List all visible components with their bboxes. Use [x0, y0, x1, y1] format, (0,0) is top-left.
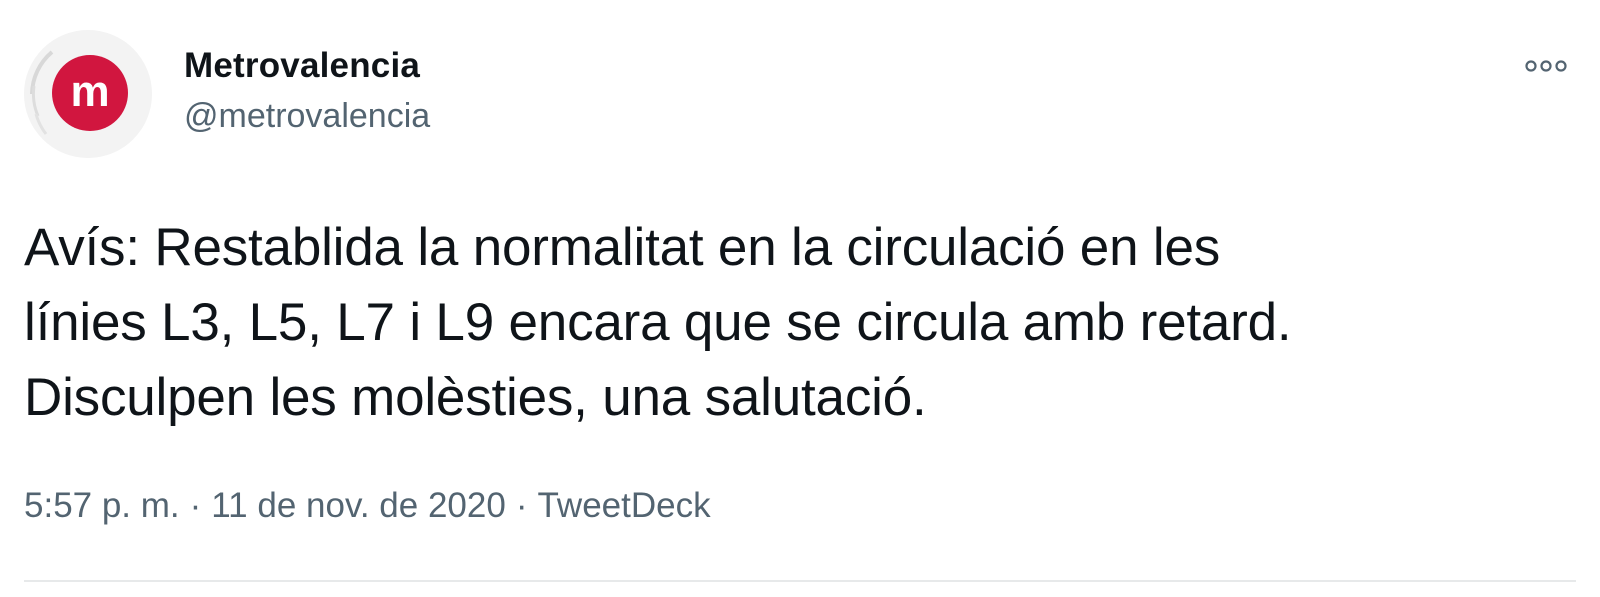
tweet-text: Avís: Restablida la normalitat en la cir…: [24, 218, 1292, 427]
separator: ·: [515, 486, 528, 525]
author-handle[interactable]: @metrovalencia: [184, 97, 430, 136]
avatar-letter: m: [70, 67, 109, 116]
tweet-date[interactable]: 11 de nov. de 2020: [211, 486, 506, 526]
tweet-source-link[interactable]: TweetDeck: [537, 486, 710, 526]
metrovalencia-logo-icon: m: [24, 30, 152, 158]
avatar[interactable]: m: [24, 30, 152, 158]
more-options-icon: [1525, 60, 1567, 72]
tweet-time[interactable]: 5:57 p. m.: [24, 486, 180, 526]
author-display-name[interactable]: Metrovalencia: [184, 46, 420, 86]
tweet-card: m Metrovalencia @metrovalencia Avís: Res…: [0, 0, 1600, 597]
divider: [24, 580, 1576, 582]
tweet-metadata: 5:57 p. m. · 11 de nov. de 2020 · TweetD…: [24, 486, 711, 526]
more-options-button[interactable]: [1518, 48, 1574, 84]
separator: ·: [189, 486, 202, 525]
